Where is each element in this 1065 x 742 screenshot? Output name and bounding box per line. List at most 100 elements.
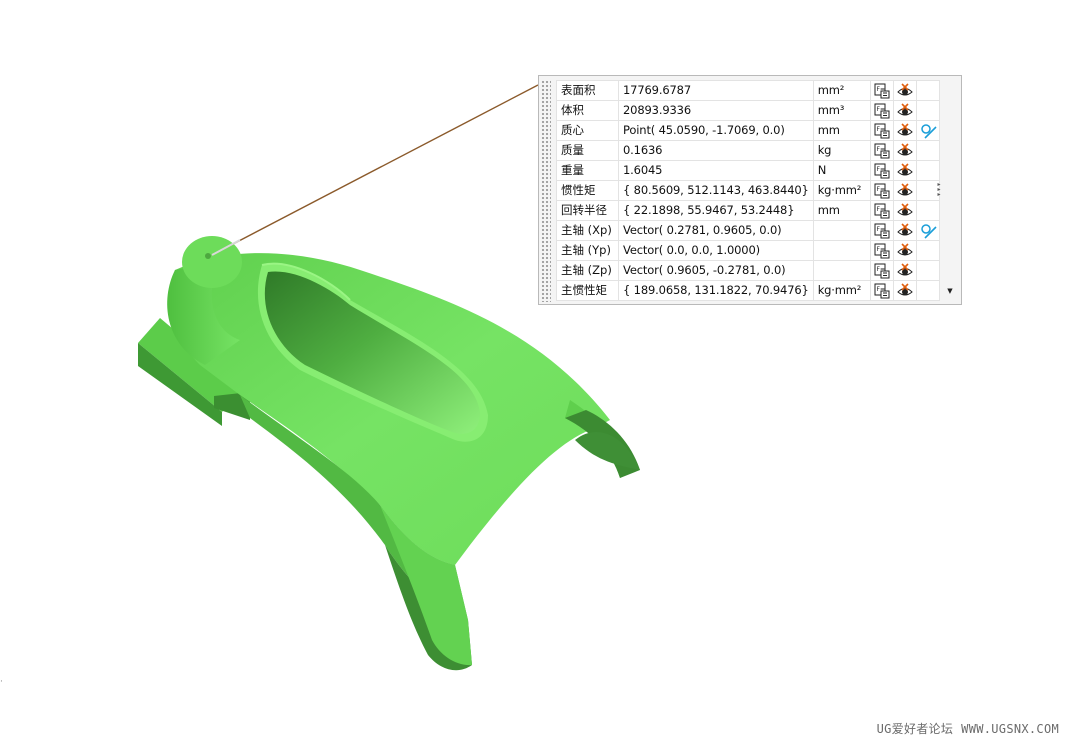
result-row[interactable]: 重量 1.6045 N F= bbox=[556, 160, 940, 181]
result-extra-cell bbox=[915, 260, 940, 281]
result-action-cell[interactable]: F= bbox=[869, 280, 894, 301]
viewport-edge-mark: · bbox=[0, 677, 3, 687]
result-action-cell[interactable] bbox=[892, 160, 917, 181]
show-hide-icon[interactable] bbox=[896, 122, 913, 139]
result-name: 惯性矩 bbox=[556, 180, 619, 201]
result-extra-cell bbox=[915, 200, 940, 221]
result-extra-cell bbox=[915, 240, 940, 261]
result-unit bbox=[812, 220, 871, 241]
measure-results-panel[interactable]: 表面积 17769.6787 mm² F= 体积 20893.9336 mm³ F= 质心 Poi… bbox=[538, 75, 962, 305]
result-value: Vector( 0.0, 0.0, 1.0000) bbox=[618, 240, 814, 261]
result-action-cell[interactable]: F= bbox=[869, 140, 894, 161]
result-value: { 22.1898, 55.9467, 53.2448} bbox=[618, 200, 814, 221]
result-value: Vector( 0.9605, -0.2781, 0.0) bbox=[618, 260, 814, 281]
show-hide-icon[interactable] bbox=[896, 82, 913, 99]
watermark-site-name: UG爱好者论坛 bbox=[876, 722, 954, 736]
result-row[interactable]: 主惯性矩{ 189.0658, 131.1822, 70.9476} kg·mm²… bbox=[556, 280, 940, 301]
result-value: 17769.6787 bbox=[618, 80, 814, 101]
export-expression-icon[interactable]: F= bbox=[874, 183, 890, 199]
result-unit: kg bbox=[812, 140, 871, 161]
result-action-cell[interactable]: F= bbox=[869, 100, 894, 121]
export-expression-icon[interactable]: F= bbox=[874, 203, 890, 219]
result-action-cell[interactable] bbox=[892, 240, 917, 261]
result-action-cell[interactable] bbox=[892, 200, 917, 221]
pin-hole bbox=[205, 253, 211, 259]
result-unit: mm³ bbox=[812, 100, 871, 121]
result-name: 重量 bbox=[556, 160, 619, 181]
result-row[interactable]: 表面积 17769.6787 mm² F= bbox=[556, 80, 940, 101]
result-action-cell[interactable] bbox=[892, 80, 917, 101]
result-row[interactable]: 质量 0.1636 kg F= bbox=[556, 140, 940, 161]
result-name: 回转半径 bbox=[556, 200, 619, 221]
panel-dropdown-icon[interactable]: ▼ bbox=[945, 286, 955, 296]
export-expression-icon[interactable]: F= bbox=[874, 123, 890, 139]
result-value: 20893.9336 bbox=[618, 100, 814, 121]
show-hide-icon[interactable] bbox=[896, 142, 913, 159]
show-hide-icon[interactable] bbox=[896, 182, 913, 199]
result-row[interactable]: 惯性矩{ 80.5609, 512.1143, 463.8440} kg·mm² F… bbox=[556, 180, 940, 201]
result-row[interactable]: 体积 20893.9336 mm³ F= bbox=[556, 100, 940, 121]
result-action-cell[interactable]: F= bbox=[869, 180, 894, 201]
result-row[interactable]: 质心 Point( 45.0590, -1.7069, 0.0) mm F= bbox=[556, 120, 940, 141]
result-action-cell[interactable]: F= bbox=[869, 260, 894, 281]
result-unit: N bbox=[812, 160, 871, 181]
result-action-cell[interactable]: F= bbox=[869, 240, 894, 261]
show-hide-icon[interactable] bbox=[896, 282, 913, 299]
result-action-cell[interactable] bbox=[892, 140, 917, 161]
result-extra-cell[interactable] bbox=[915, 220, 940, 241]
result-value: Vector( 0.2781, 0.9605, 0.0) bbox=[618, 220, 814, 241]
point-vector-icon[interactable] bbox=[920, 223, 937, 239]
result-unit bbox=[812, 260, 871, 281]
watermark-site-url: WWW.UGSNX.COM bbox=[961, 722, 1059, 736]
point-vector-icon[interactable] bbox=[920, 123, 937, 139]
result-name: 质心 bbox=[556, 120, 619, 141]
result-action-cell[interactable]: F= bbox=[869, 80, 894, 101]
result-unit: mm² bbox=[812, 80, 871, 101]
result-action-cell[interactable]: F= bbox=[869, 220, 894, 241]
result-value: { 189.0658, 131.1822, 70.9476} bbox=[618, 280, 814, 301]
result-name: 表面积 bbox=[556, 80, 619, 101]
export-expression-icon[interactable]: F= bbox=[874, 103, 890, 119]
show-hide-icon[interactable] bbox=[896, 102, 913, 119]
result-unit: mm bbox=[812, 200, 871, 221]
result-action-cell[interactable] bbox=[892, 220, 917, 241]
show-hide-icon[interactable] bbox=[896, 262, 913, 279]
result-extra-cell bbox=[915, 280, 940, 301]
result-name: 主轴 (Zp) bbox=[556, 260, 619, 281]
panel-drag-grip[interactable] bbox=[541, 80, 551, 302]
result-unit: kg·mm² bbox=[812, 180, 871, 201]
export-expression-icon[interactable]: F= bbox=[874, 143, 890, 159]
export-expression-icon[interactable]: F= bbox=[874, 283, 890, 299]
result-action-cell[interactable] bbox=[892, 280, 917, 301]
show-hide-icon[interactable] bbox=[896, 202, 913, 219]
show-hide-icon[interactable] bbox=[896, 162, 913, 179]
result-action-cell[interactable] bbox=[892, 260, 917, 281]
result-row[interactable]: 主轴 (Yp) Vector( 0.0, 0.0, 1.0000) F= bbox=[556, 240, 940, 261]
export-expression-icon[interactable]: F= bbox=[874, 263, 890, 279]
result-action-cell[interactable]: F= bbox=[869, 160, 894, 181]
show-hide-icon[interactable] bbox=[896, 242, 913, 259]
result-action-cell[interactable]: F= bbox=[869, 120, 894, 141]
result-row[interactable]: 主轴 (Zp) Vector( 0.9605, -0.2781, 0.0) F= bbox=[556, 260, 940, 281]
result-unit: mm bbox=[812, 120, 871, 141]
result-action-cell[interactable] bbox=[892, 100, 917, 121]
export-expression-icon[interactable]: F= bbox=[874, 163, 890, 179]
result-extra-cell bbox=[915, 160, 940, 181]
export-expression-icon[interactable]: F= bbox=[874, 243, 890, 259]
export-expression-icon[interactable]: F= bbox=[874, 223, 890, 239]
result-name: 质量 bbox=[556, 140, 619, 161]
result-name: 主轴 (Yp) bbox=[556, 240, 619, 261]
export-expression-icon[interactable]: F= bbox=[874, 83, 890, 99]
result-row[interactable]: 主轴 (Xp) Vector( 0.2781, 0.9605, 0.0) F= bbox=[556, 220, 940, 241]
watermark: UG爱好者论坛 WWW.UGSNX.COM bbox=[869, 720, 1059, 737]
result-extra-cell[interactable] bbox=[915, 120, 940, 141]
result-extra-cell bbox=[915, 100, 940, 121]
result-value: Point( 45.0590, -1.7069, 0.0) bbox=[618, 120, 814, 141]
result-action-cell[interactable] bbox=[892, 180, 917, 201]
result-action-cell[interactable]: F= bbox=[869, 200, 894, 221]
results-table: 表面积 17769.6787 mm² F= 体积 20893.9336 mm³ F= 质心 Poi… bbox=[556, 80, 940, 301]
result-row[interactable]: 回转半径{ 22.1898, 55.9467, 53.2448} mm F= bbox=[556, 200, 940, 221]
show-hide-icon[interactable] bbox=[896, 222, 913, 239]
panel-expand-arrows-icon[interactable]: ▸ ▸ ▸ bbox=[934, 182, 944, 198]
result-action-cell[interactable] bbox=[892, 120, 917, 141]
